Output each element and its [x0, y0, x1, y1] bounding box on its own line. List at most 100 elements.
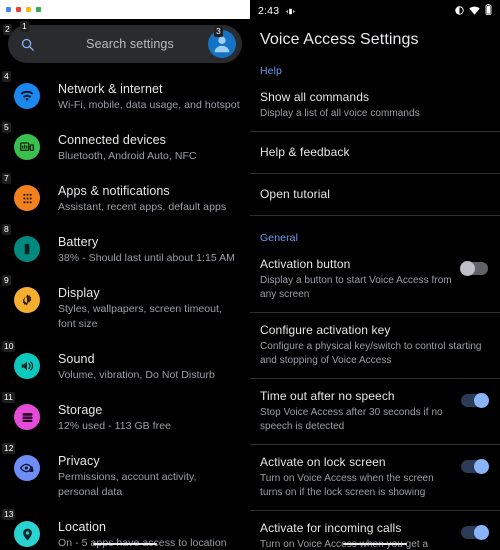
- settings-item-text: Storage 12% used - 113 GB free: [58, 401, 171, 434]
- settings-item-title: Display: [58, 286, 100, 300]
- row-text: Configure activation key Configure a phy…: [260, 322, 490, 368]
- voice-label-apps: 7: [2, 173, 11, 184]
- toggle-thumb: [474, 393, 489, 408]
- settings-item-subtitle: Bluetooth, Android Auto, NFC: [58, 150, 197, 162]
- settings-item-text: Privacy Permissions, account activity, p…: [58, 452, 240, 500]
- chrome-dot-red: [16, 7, 21, 12]
- wifi-icon: [469, 2, 480, 20]
- voice-label-connected-devices: 5: [2, 122, 11, 133]
- settings-item-title: Location: [58, 520, 107, 534]
- chrome-dot-green: [36, 7, 41, 12]
- page-title: Voice Access Settings: [260, 31, 419, 48]
- row-text: Help & feedback: [260, 144, 490, 160]
- settings-item-title: Privacy: [58, 454, 100, 468]
- voice-label-avatar: 3: [214, 26, 223, 37]
- settings-item-title: Battery: [58, 235, 99, 249]
- android-settings-panel: 2 1 3 Search settings 4 Network & intern…: [0, 0, 250, 550]
- row-text: Show all commands Display a list of all …: [260, 89, 490, 121]
- row-open-tutorial[interactable]: Open tutorial: [250, 174, 500, 215]
- browser-chrome-bar: [0, 0, 250, 19]
- settings-item-subtitle: Permissions, account activity, personal …: [58, 471, 197, 498]
- settings-item-privacy[interactable]: 12 Privacy Permissions, account activity…: [0, 443, 250, 509]
- wifi-icon: [14, 83, 40, 109]
- chrome-dot-yellow: [26, 7, 31, 12]
- home-gesture-bar[interactable]: [93, 542, 157, 545]
- location-pin-icon: [14, 521, 40, 547]
- row-activate-on-lock-screen[interactable]: Activate on lock screen Turn on Voice Ac…: [250, 445, 500, 510]
- row-help-feedback[interactable]: Help & feedback: [250, 132, 500, 173]
- apps-grid-icon: [14, 185, 40, 211]
- voice-access-settings-panel: 2:43 Voice Access Settings Help Show all…: [250, 0, 500, 550]
- row-time-out-after-no-speech[interactable]: Time out after no speech Stop Voice Acce…: [250, 379, 500, 444]
- settings-item-text: Connected devices Bluetooth, Android Aut…: [58, 131, 197, 164]
- row-text: Activation button Display a button to st…: [260, 256, 461, 302]
- settings-item-title: Connected devices: [58, 133, 167, 147]
- devices-icon: [14, 134, 40, 160]
- settings-item-sound[interactable]: 10 Sound Volume, vibration, Do Not Distu…: [0, 341, 250, 392]
- section-header-help: Help: [260, 65, 282, 77]
- status-clock: 2:43: [258, 5, 280, 17]
- settings-item-title: Sound: [58, 352, 95, 366]
- settings-item-battery[interactable]: 8 Battery 38% - Should last until about …: [0, 224, 250, 275]
- row-title: Activation button: [260, 257, 351, 271]
- row-configure-activation-key[interactable]: Configure activation key Configure a phy…: [250, 313, 500, 378]
- settings-item-network[interactable]: 4 Network & internet Wi-Fi, mobile, data…: [0, 71, 250, 122]
- settings-item-title: Network & internet: [58, 82, 163, 96]
- settings-item-subtitle: Wi-Fi, mobile, data usage, and hotspot: [58, 99, 240, 111]
- voice-label-search-field: 1: [20, 21, 29, 32]
- settings-item-subtitle: Styles, wallpapers, screen timeout, font…: [58, 303, 222, 330]
- voice-label-battery: 8: [2, 224, 11, 235]
- row-text: Open tutorial: [260, 186, 490, 202]
- settings-item-connected-devices[interactable]: 5 Connected devices Bluetooth, Android A…: [0, 122, 250, 173]
- settings-item-text: Apps & notifications Assistant, recent a…: [58, 182, 226, 215]
- settings-item-text: Display Styles, wallpapers, screen timeo…: [58, 284, 240, 332]
- settings-item-subtitle: 38% - Should last until about 1:15 AM: [58, 252, 235, 264]
- chrome-dot-blue: [6, 7, 11, 12]
- row-subtitle: Stop Voice Access after 30 seconds if no…: [260, 407, 443, 432]
- toggle-thumb: [460, 261, 475, 276]
- row-show-all-commands[interactable]: Show all commands Display a list of all …: [250, 80, 500, 131]
- settings-item-text: Network & internet Wi-Fi, mobile, data u…: [58, 80, 240, 113]
- row-title: Time out after no speech: [260, 389, 395, 403]
- status-icons: [455, 2, 492, 20]
- voice-label-sound: 10: [2, 341, 16, 352]
- row-title: Help & feedback: [260, 145, 350, 159]
- settings-list: 4 Network & internet Wi-Fi, mobile, data…: [0, 71, 250, 550]
- toggle-activation-button[interactable]: [460, 261, 488, 276]
- vibrate-icon: [285, 6, 296, 17]
- row-text: Time out after no speech Stop Voice Acce…: [260, 388, 461, 434]
- battery-icon: [485, 2, 492, 20]
- row-subtitle: Display a list of all voice commands: [260, 108, 420, 119]
- settings-item-title: Storage: [58, 403, 103, 417]
- row-title: Open tutorial: [260, 187, 331, 201]
- settings-item-apps-notifications[interactable]: 7 Apps & notifications Assistant, recent…: [0, 173, 250, 224]
- row-subtitle: Display a button to start Voice Access f…: [260, 275, 452, 300]
- section-header-general: General: [260, 232, 299, 244]
- dnd-icon: [455, 2, 464, 20]
- row-subtitle: Configure a physical key/switch to contr…: [260, 341, 482, 366]
- privacy-eye-icon: [14, 455, 40, 481]
- settings-item-text: Sound Volume, vibration, Do Not Disturb: [58, 350, 215, 383]
- volume-icon: [14, 353, 40, 379]
- settings-item-subtitle: Assistant, recent apps, default apps: [58, 201, 227, 213]
- row-text: Activate for incoming calls Turn on Voic…: [260, 520, 461, 550]
- status-bar: 2:43: [250, 0, 500, 22]
- voice-label-privacy: 12: [2, 443, 16, 454]
- row-text: Activate on lock screen Turn on Voice Ac…: [260, 454, 461, 500]
- storage-icon: [14, 404, 40, 430]
- toggle-time-out-after-no-speech[interactable]: [461, 393, 489, 408]
- row-activation-button[interactable]: Activation button Display a button to st…: [250, 247, 500, 312]
- voice-label-display: 9: [2, 275, 11, 286]
- settings-item-text: Battery 38% - Should last until about 1:…: [58, 233, 235, 266]
- row-title: Activate on lock screen: [260, 455, 386, 469]
- settings-item-display[interactable]: 9 Display Styles, wallpapers, screen tim…: [0, 275, 250, 341]
- row-title: Activate for incoming calls: [260, 521, 402, 535]
- toggle-thumb: [474, 525, 489, 540]
- search-bar[interactable]: Search settings: [8, 25, 242, 63]
- voice-label-network: 4: [2, 71, 11, 82]
- home-gesture-bar[interactable]: [343, 542, 407, 545]
- toggle-activate-on-lock-screen[interactable]: [461, 459, 489, 474]
- toggle-thumb: [474, 459, 489, 474]
- toggle-activate-for-incoming-calls[interactable]: [461, 525, 489, 540]
- settings-item-storage[interactable]: 11 Storage 12% used - 113 GB free: [0, 392, 250, 443]
